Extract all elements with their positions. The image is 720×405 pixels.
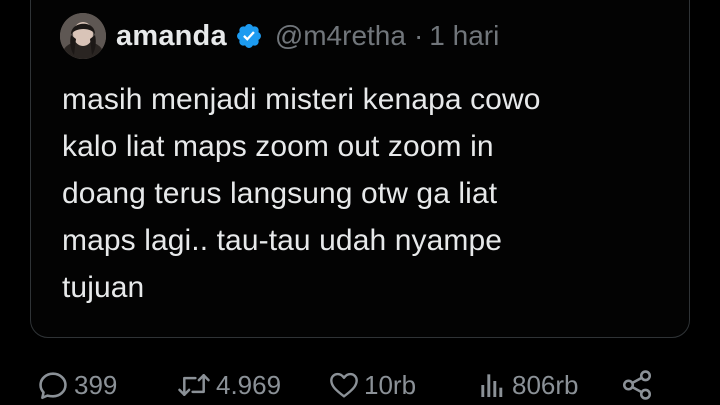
- display-name[interactable]: amanda: [116, 20, 227, 53]
- views-icon: [476, 369, 508, 401]
- tweet-header: amanda @m4retha · 1 hari: [60, 10, 499, 62]
- avatar-image: [60, 13, 106, 59]
- reply-button[interactable]: 399: [36, 365, 117, 405]
- like-count: 10rb: [364, 369, 417, 400]
- user-handle[interactable]: @m4retha: [275, 20, 406, 52]
- timestamp[interactable]: 1 hari: [429, 20, 499, 52]
- views-button[interactable]: 806rb: [476, 365, 579, 405]
- retweet-icon: [176, 368, 212, 402]
- retweet-count: 4.969: [216, 369, 282, 400]
- tweet-text: masih menjadi misteri kenapa cowo kalo l…: [62, 83, 541, 304]
- like-button[interactable]: 10rb: [328, 365, 416, 405]
- separator-dot: ·: [413, 20, 424, 51]
- verified-badge-icon: [235, 22, 263, 50]
- share-icon: [620, 368, 654, 402]
- like-icon: [328, 369, 360, 401]
- retweet-button[interactable]: 4.969: [176, 365, 281, 405]
- views-count: 806rb: [512, 369, 579, 400]
- share-button[interactable]: [620, 365, 654, 405]
- reply-count: 399: [74, 369, 118, 400]
- avatar[interactable]: [60, 13, 106, 59]
- reply-icon: [36, 368, 70, 402]
- action-bar: 399 4.969 10rb 806rb: [36, 365, 720, 405]
